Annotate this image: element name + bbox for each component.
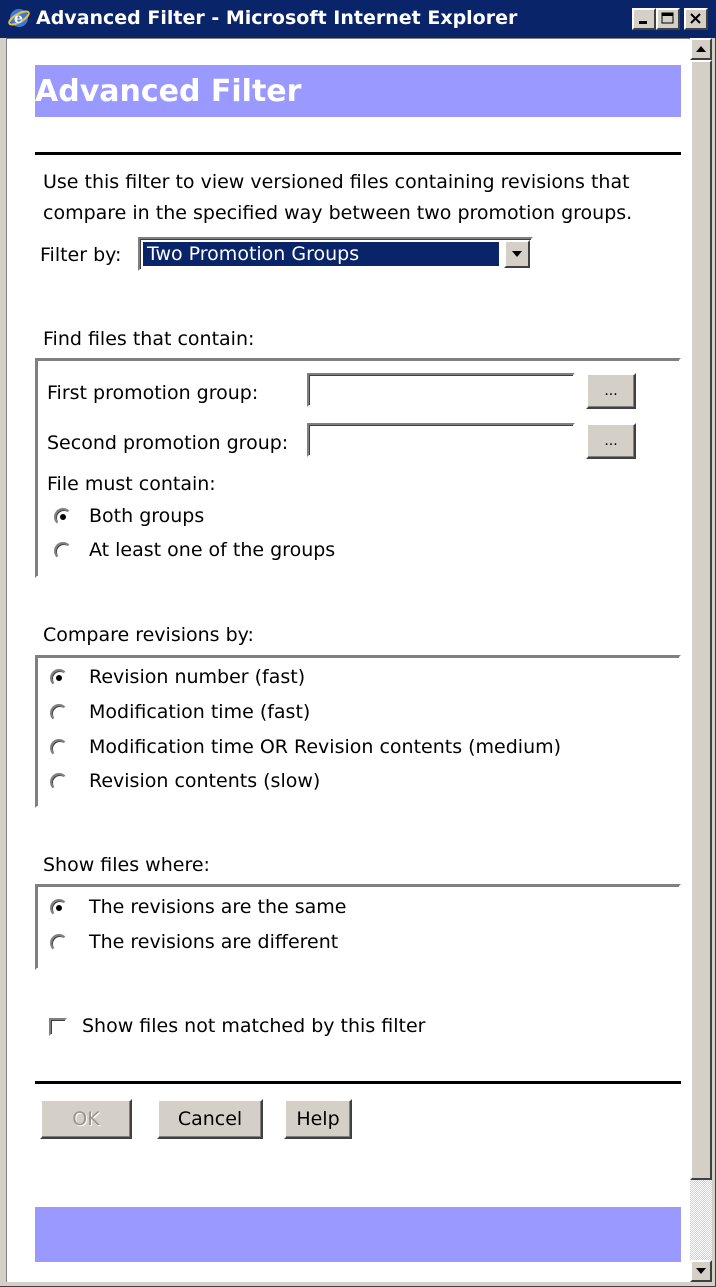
internet-explorer-icon: e — [8, 9, 30, 27]
footer-banner — [35, 1207, 681, 1262]
second-group-label: Second promotion group: — [47, 432, 289, 454]
revision-number-label[interactable]: Revision number (fast) — [89, 666, 305, 688]
arrow-down-icon — [696, 1268, 706, 1274]
at-least-one-group-label[interactable]: At least one of the groups — [89, 539, 335, 561]
radio-modification-time[interactable] — [50, 704, 68, 722]
both-groups-label[interactable]: Both groups — [89, 505, 204, 527]
revisions-different-label[interactable]: The revisions are different — [89, 931, 338, 953]
radio-revision-contents[interactable] — [50, 773, 68, 791]
radio-revisions-same[interactable] — [50, 899, 68, 917]
maximize-button[interactable] — [656, 8, 680, 30]
first-promotion-group-field[interactable] — [309, 375, 573, 405]
help-button[interactable]: Help — [284, 1099, 352, 1139]
must-contain-label: File must contain: — [47, 473, 216, 495]
modification-time-label[interactable]: Modification time (fast) — [89, 701, 310, 723]
divider-bottom — [35, 1081, 681, 1084]
close-icon — [690, 13, 701, 24]
dropdown-button[interactable] — [504, 240, 530, 268]
title-bar[interactable]: e Advanced Filter - Microsoft Internet E… — [0, 0, 716, 38]
svg-text:e: e — [14, 11, 23, 27]
show-not-matched-checkbox[interactable] — [49, 1018, 67, 1036]
radio-modification-or-contents[interactable] — [50, 739, 68, 757]
filter-by-label: Filter by: — [40, 244, 122, 266]
browser-window: e Advanced Filter - Microsoft Internet E… — [0, 0, 716, 1287]
window-title: Advanced Filter - Microsoft Internet Exp… — [36, 7, 518, 29]
divider-top — [35, 152, 681, 155]
find-files-group: First promotion group: ... Second promot… — [35, 358, 681, 578]
show-files-group: The revisions are the same The revisions… — [35, 884, 681, 970]
page-content: Advanced Filter Use this filter to view … — [6, 38, 690, 1282]
first-group-label: First promotion group: — [47, 382, 259, 404]
maximize-icon — [661, 12, 674, 24]
find-files-heading: Find files that contain: — [43, 328, 255, 350]
intro-text-line2: compare in the specified way between two… — [43, 202, 633, 224]
header-banner: Advanced Filter — [35, 65, 681, 117]
filter-by-select[interactable]: Two Promotion Groups — [138, 237, 533, 271]
filter-by-selected-value: Two Promotion Groups — [142, 241, 500, 267]
second-promotion-group-field[interactable] — [309, 425, 573, 455]
scrollbar-thumb[interactable] — [690, 60, 712, 1180]
scroll-up-button[interactable] — [690, 38, 712, 60]
radio-revisions-different[interactable] — [50, 934, 68, 952]
intro-text-line1: Use this filter to view versioned files … — [43, 171, 630, 193]
radio-revision-number[interactable] — [50, 669, 68, 687]
cancel-button[interactable]: Cancel — [157, 1099, 263, 1139]
second-promotion-group-input[interactable] — [307, 423, 575, 457]
close-button[interactable] — [684, 8, 708, 30]
first-promotion-group-input[interactable] — [307, 373, 575, 407]
second-group-browse-button[interactable]: ... — [586, 423, 636, 459]
revision-contents-label[interactable]: Revision contents (slow) — [89, 770, 320, 792]
compare-group: Revision number (fast) Modification time… — [35, 655, 681, 808]
show-files-heading: Show files where: — [43, 854, 210, 876]
vertical-scrollbar[interactable] — [690, 38, 712, 1282]
revisions-same-label[interactable]: The revisions are the same — [89, 896, 347, 918]
minimize-icon — [639, 21, 647, 24]
ok-button[interactable]: OK — [40, 1099, 132, 1139]
radio-both-groups[interactable] — [54, 508, 72, 526]
modification-or-contents-label[interactable]: Modification time OR Revision contents (… — [89, 736, 561, 758]
radio-at-least-one-group[interactable] — [54, 542, 72, 560]
minimize-button[interactable] — [632, 8, 656, 30]
chevron-down-icon — [512, 251, 522, 257]
compare-heading: Compare revisions by: — [43, 624, 254, 646]
scroll-down-button[interactable] — [690, 1260, 712, 1282]
page-title: Advanced Filter — [35, 74, 302, 109]
show-not-matched-label[interactable]: Show files not matched by this filter — [82, 1015, 425, 1037]
first-group-browse-button[interactable]: ... — [586, 373, 636, 409]
arrow-up-icon — [696, 46, 706, 52]
